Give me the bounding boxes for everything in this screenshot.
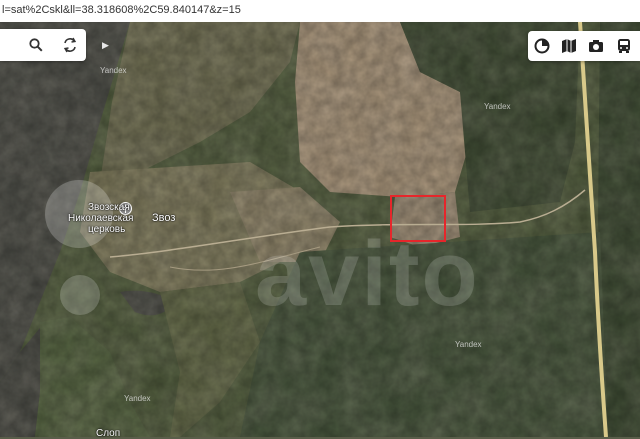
settlement-label: Слоп: [96, 428, 121, 439]
route-icon[interactable]: [58, 33, 82, 57]
collapse-arrow-icon[interactable]: ▶: [102, 40, 109, 51]
camera-icon[interactable]: [584, 34, 608, 58]
church-label-line2: Николаевская: [68, 213, 134, 224]
yandex-watermark: Yandex: [100, 66, 127, 75]
transport-icon[interactable]: [612, 34, 636, 58]
search-icon[interactable]: [24, 33, 48, 57]
avito-watermark: avito: [255, 223, 480, 325]
search-panel: [0, 29, 86, 61]
map-toolbar: [528, 31, 640, 61]
yandex-watermark: Yandex: [455, 340, 482, 349]
church-label-line3: церковь: [88, 224, 126, 235]
address-bar[interactable]: l=sat%2Cskl&ll=38.318608%2C59.840147&z=1…: [0, 0, 640, 23]
church-label-line1: Звозская: [88, 202, 130, 213]
watermark-circle: [60, 275, 100, 315]
map-mode-icon[interactable]: [557, 34, 581, 58]
url-text: l=sat%2Cskl&ll=38.318608%2C59.840147&z=1…: [2, 4, 241, 16]
village-label: Звоз: [152, 212, 176, 224]
layers-icon[interactable]: [530, 34, 554, 58]
yandex-watermark: Yandex: [484, 102, 511, 111]
land-plot-marker: [390, 195, 446, 242]
yandex-watermark: Yandex: [124, 394, 151, 403]
